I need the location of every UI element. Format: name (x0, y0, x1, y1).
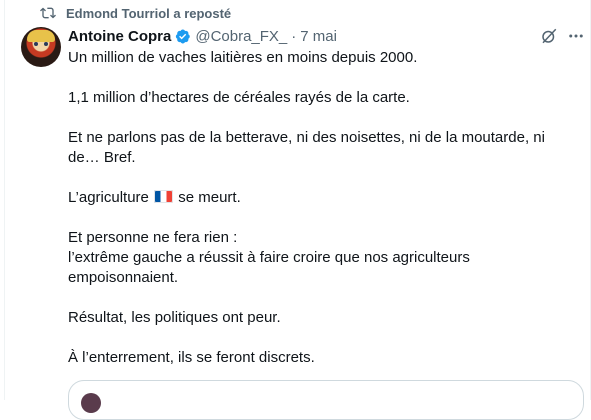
more-icon[interactable] (566, 27, 586, 45)
left-border (4, 0, 5, 400)
repost-icon (40, 7, 56, 19)
grok-icon[interactable] (540, 27, 558, 45)
france-flag-emoji (154, 190, 174, 203)
author-avatar[interactable] (21, 27, 61, 67)
tweet-line: À l’enterrement, ils se feront discrets. (68, 349, 315, 366)
tweet-line: Et ne parlons pas de la betterave, ni de… (68, 129, 545, 166)
quoted-avatar (81, 393, 101, 413)
tweet-text: Un million de vaches laitières en moins … (68, 48, 573, 368)
repost-indicator[interactable]: Edmond Tourriol a reposté (40, 4, 231, 22)
tweet-line: Résultat, les politiques ont peur. (68, 309, 281, 326)
tweet-line: l’extrême gauche a réussit à faire croir… (68, 249, 470, 286)
tweet-line: L’agriculture se meurt. (68, 188, 573, 208)
author-handle[interactable]: @Cobra_FX_ (195, 28, 287, 45)
quoted-tweet-card[interactable] (68, 380, 584, 420)
tweet-header: Antoine Copra @Cobra_FX_ · 7 mai (68, 26, 337, 46)
verified-badge-icon[interactable] (174, 28, 191, 45)
author-name[interactable]: Antoine Copra (68, 28, 171, 45)
separator-dot: · (291, 27, 297, 45)
tweet-line: Et personne ne fera rien : (68, 229, 238, 246)
repost-label: Edmond Tourriol a reposté (66, 5, 232, 21)
tweet-line: 1,1 million d’hectares de céréales rayés… (68, 89, 410, 106)
tweet-line-end: se meurt. (178, 189, 241, 206)
tweet-line: Un million de vaches laitières en moins … (68, 49, 418, 66)
tweet-timestamp[interactable]: 7 mai (300, 28, 337, 45)
tweet-line-start: L’agriculture (68, 189, 149, 206)
